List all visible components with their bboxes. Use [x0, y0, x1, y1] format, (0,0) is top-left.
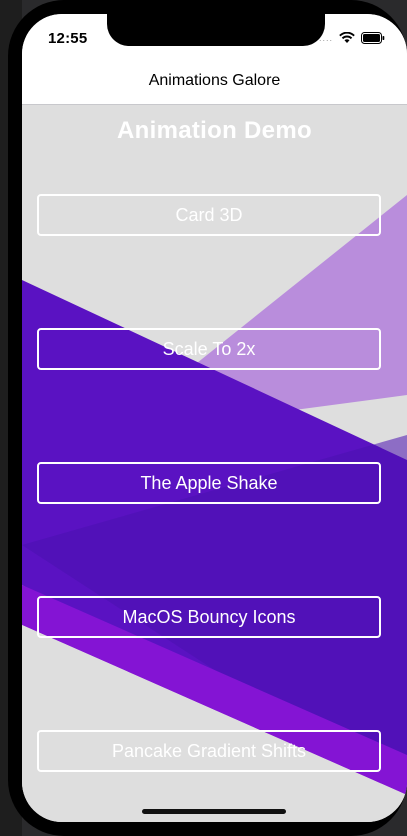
- home-indicator[interactable]: [142, 809, 286, 814]
- card-3d-button[interactable]: Card 3D: [37, 194, 381, 236]
- wifi-icon: [339, 32, 355, 43]
- phone-screen: 12:55 .... Animations Galore Animation D…: [22, 14, 407, 822]
- simulator-window: 12:55 .... Animations Galore Animation D…: [0, 0, 407, 836]
- status-time: 12:55: [48, 30, 88, 47]
- scale-to-2x-button[interactable]: Scale To 2x: [37, 328, 381, 370]
- battery-icon: [361, 32, 385, 44]
- signal-dots-icon: ....: [318, 33, 333, 43]
- device-notch: [107, 14, 325, 46]
- animation-demo-view: Animation Demo Card 3D Scale To 2x The A…: [22, 105, 407, 822]
- status-icons: ....: [319, 32, 385, 44]
- apple-shake-button[interactable]: The Apple Shake: [37, 462, 381, 504]
- navigation-bar: 12:55 .... Animations Galore: [22, 14, 407, 105]
- macos-bouncy-icons-button[interactable]: MacOS Bouncy Icons: [37, 596, 381, 638]
- page-title: Animation Demo: [117, 117, 312, 144]
- nav-title: Animations Galore: [148, 72, 281, 89]
- pancake-gradient-shifts-button[interactable]: Pancake Gradient Shifts: [37, 730, 381, 772]
